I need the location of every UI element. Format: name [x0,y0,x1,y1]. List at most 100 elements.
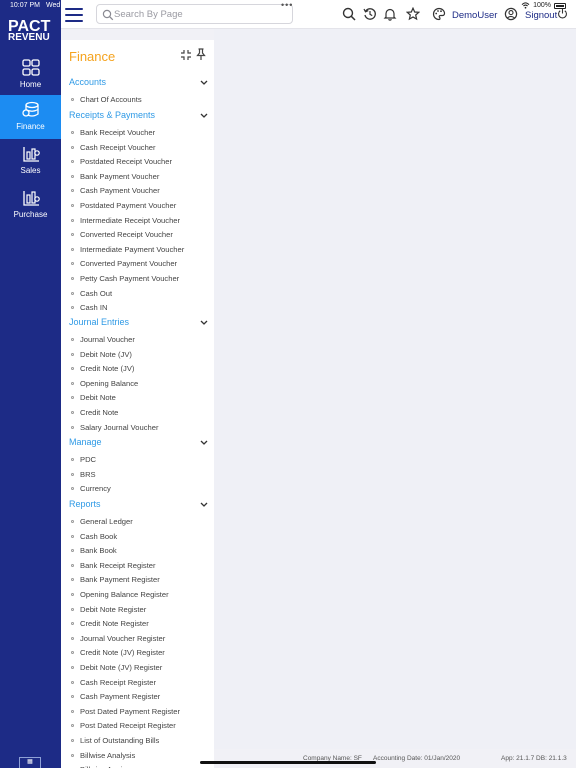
menu-item[interactable]: Credit Note (JV) Register [61,647,214,660]
menu-section-manage[interactable]: Manage [61,437,214,451]
menu-item[interactable]: Intermediate Receipt Voucher [61,215,214,228]
menu-item[interactable]: Debit Note [61,392,214,405]
chevron-down-icon[interactable] [200,501,208,508]
rail-label-home: Home [19,80,42,89]
menu-item[interactable]: PDC [61,454,214,467]
coins-icon [21,101,39,117]
bullet-icon [71,593,74,596]
status-right: 100% [521,2,566,9]
menu-item[interactable]: Bank Receipt Register [61,560,214,573]
menu-item[interactable]: Billwise Ageing [61,764,214,768]
menu-item[interactable]: Post Dated Receipt Register [61,720,214,733]
menu-item[interactable]: Intermediate Payment Voucher [61,244,214,257]
menu-item-label: Chart Of Accounts [80,95,142,104]
menu-item-label: PDC [80,455,97,464]
menu-section-label: Journal Entries [69,317,130,327]
menu-item[interactable]: Postdated Payment Voucher [61,200,214,213]
menu-item[interactable]: Cash IN [61,302,214,315]
menu-item[interactable]: Journal Voucher Register [61,633,214,646]
menu-item[interactable]: Debit Note Register [61,604,214,617]
chevron-down-icon[interactable] [200,112,208,119]
accounting-date: Accounting Date: 01/Jan/2020 [373,755,461,762]
rail-label-sales: Sales [20,166,41,175]
menu-item-label: BRS [80,469,96,479]
rail-bottom-icon[interactable]: ▦ [19,757,41,768]
menu-item[interactable]: Cash Out [61,288,214,301]
menu-section-receipts-payments[interactable]: Receipts & Payments [61,110,214,124]
menu-item-label: Debit Note Register [80,604,147,614]
menu-item[interactable]: Debit Note (JV) [61,349,214,362]
menu-item[interactable]: Bank Payment Voucher [61,171,214,184]
menu-item[interactable]: Bank Payment Register [61,574,214,587]
menu-item[interactable]: Debit Note (JV) Register [61,662,214,675]
menu-item-label: Debit Note (JV) [80,349,132,359]
status-time: 10:07 PM [10,2,40,9]
bullet-icon [71,381,74,385]
rail-item-sales[interactable]: Sales [0,139,61,183]
user-name[interactable]: DemoUser [452,10,497,21]
multitasking-dots-icon[interactable]: ••• [281,0,293,10]
menu-item[interactable]: Credit Note (JV) [61,363,214,376]
bullet-icon [71,487,74,491]
menu-section-journal-entries[interactable]: Journal Entries [61,317,214,331]
menu-item[interactable]: BRS [61,469,214,482]
bullet-icon [71,709,74,713]
menu-item[interactable]: Bank Receipt Voucher [61,127,214,140]
menu-section-label: Receipts & Payments [69,110,156,120]
menu-item-label: Journal Voucher [80,335,135,344]
search-icon [102,9,114,21]
bullet-icon [71,458,74,461]
bullet-icon [71,338,74,341]
menu-section-reports[interactable]: Reports [61,499,214,513]
app-version: App: 21.1.7 DB: 21.1.3 [501,755,567,762]
menu-item[interactable]: Bank Book [61,545,214,558]
chevron-down-icon[interactable] [200,319,208,326]
wifi-icon [521,2,530,9]
menu-item[interactable]: Credit Note [61,407,214,420]
menu-item[interactable]: Credit Note Register [61,618,214,631]
menu-item-label: Postdated Payment Voucher [80,201,177,210]
menu-item[interactable]: Salary Journal Voucher [61,422,214,435]
menu-item[interactable]: Converted Payment Voucher [61,258,214,271]
pin-icon[interactable] [195,48,207,61]
menu-item[interactable]: Chart Of Accounts [61,94,214,107]
menu-item[interactable]: Cash Payment Register [61,691,214,704]
rail-item-purchase[interactable]: Purchase [0,183,61,227]
menu-item-label: Salary Journal Voucher [80,422,159,432]
menu-item[interactable]: Petty Cash Payment Voucher [61,273,214,286]
status-date: Wed Nov 30 [46,2,85,9]
menu-item-label: Petty Cash Payment Voucher [80,274,180,283]
bullet-icon [71,204,74,207]
menu-item-label: Cash Receipt Register [80,677,156,687]
bullet-icon [71,695,74,699]
bullet-icon [71,174,74,178]
menu-item[interactable]: Journal Voucher [61,334,214,347]
bullet-icon [71,277,74,280]
menu-item[interactable]: Postdated Receipt Voucher [61,156,214,169]
menu-item[interactable]: Cash Receipt Register [61,677,214,690]
menu-section-accounts[interactable]: Accounts [61,77,214,91]
signout-button[interactable]: Signout [525,10,557,21]
menu-item[interactable]: Currency [61,483,214,496]
menu-item[interactable]: Opening Balance Register [61,589,214,602]
app-logo: PACT REVENU [8,19,54,43]
menu-item[interactable]: Cash Book [61,531,214,544]
menu-item[interactable]: Cash Payment Voucher [61,185,214,198]
menu-item[interactable]: Converted Receipt Voucher [61,229,214,242]
menu-item[interactable]: Cash Receipt Voucher [61,142,214,155]
chevron-down-icon[interactable] [200,439,208,446]
menu-item[interactable]: List of Outstanding Bills [61,735,214,748]
menu-item-label: Converted Payment Voucher [80,259,178,269]
menu-item[interactable]: Post Dated Payment Register [61,706,214,719]
menu-item-label: Intermediate Receipt Voucher [80,215,181,225]
menu-item[interactable]: Billwise Analysis [61,750,214,763]
menu-item-label: Cash Payment Voucher [80,186,160,196]
hamburger-menu-icon[interactable] [65,8,83,22]
menu-item-label: Cash IN [80,303,108,313]
rail-item-finance[interactable]: Finance [0,95,61,139]
collapse-icon[interactable] [180,49,192,61]
rail-item-home[interactable]: Home [0,53,61,97]
menu-item[interactable]: General Ledger [61,516,214,529]
menu-item[interactable]: Opening Balance [61,378,214,391]
chevron-down-icon[interactable] [200,79,208,86]
